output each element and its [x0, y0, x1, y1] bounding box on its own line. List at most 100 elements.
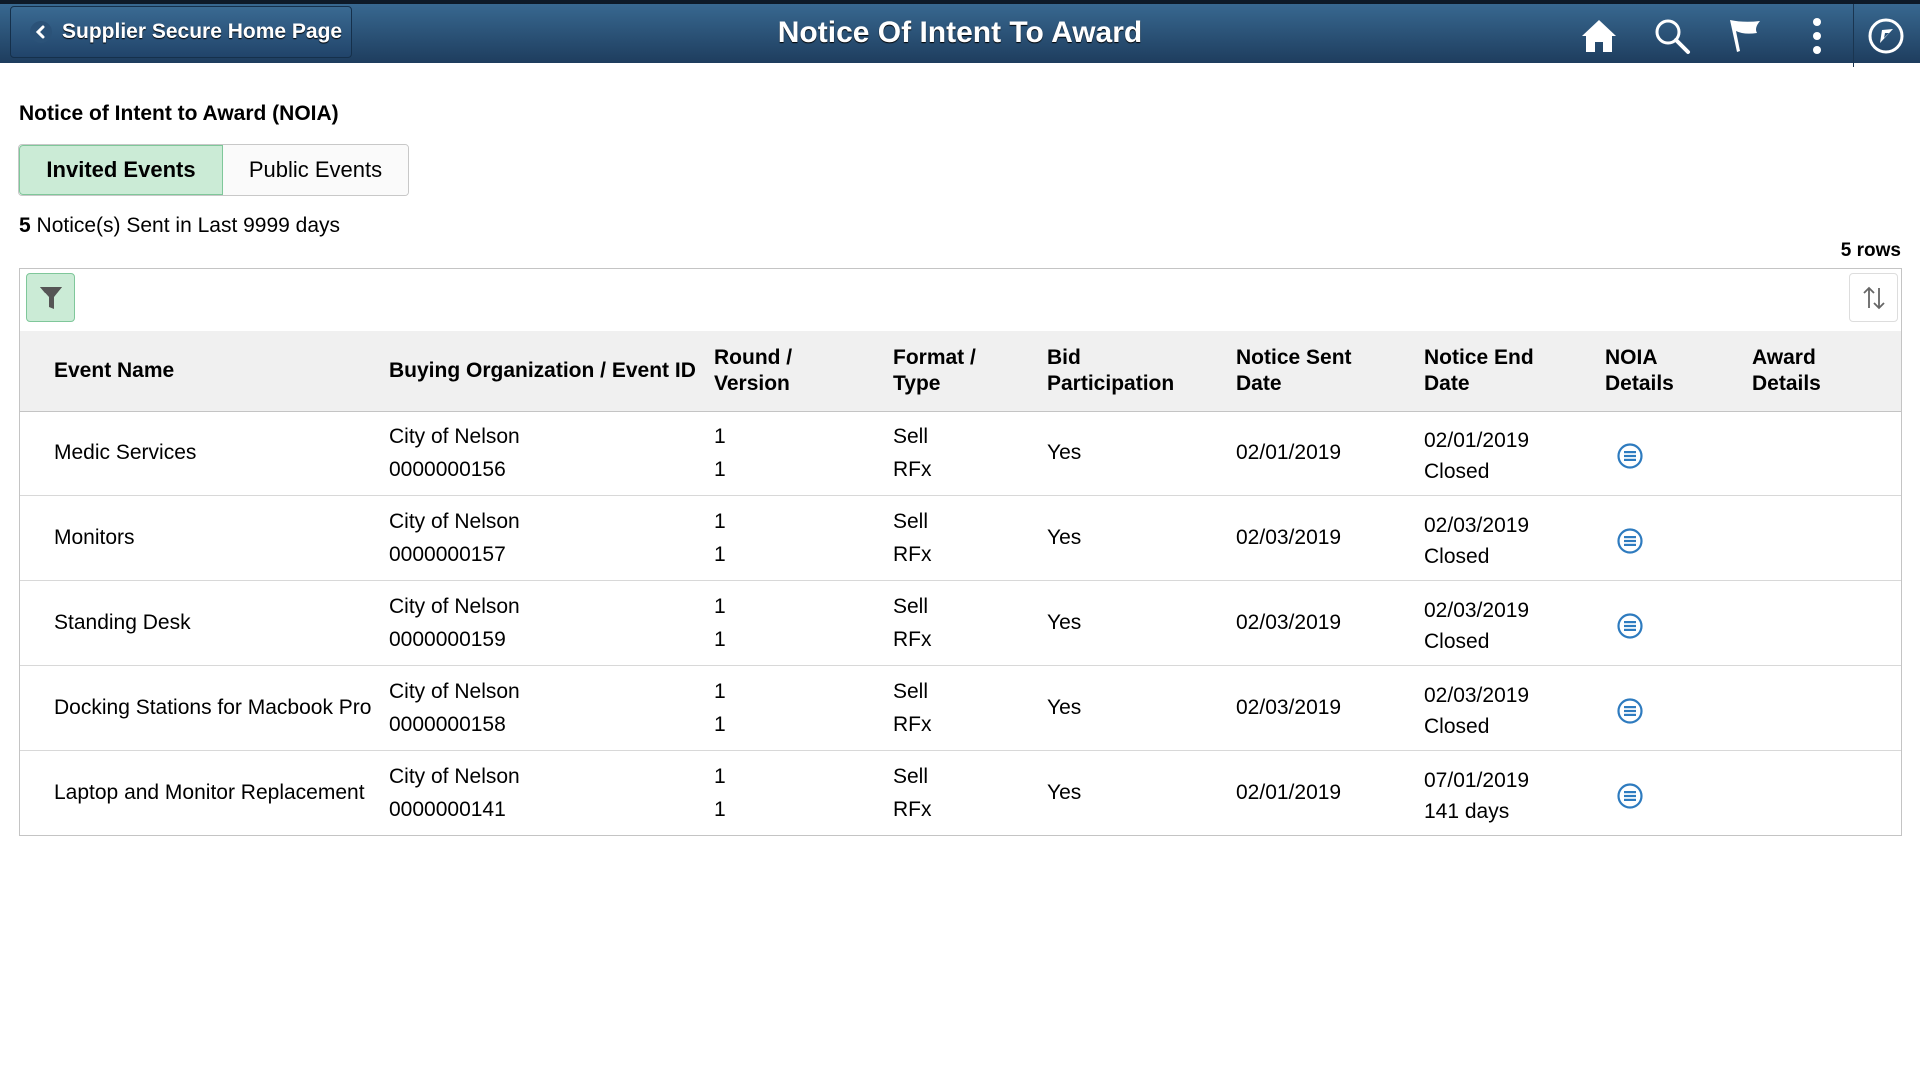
notice-end-date: 02/03/2019 [1424, 514, 1530, 537]
round: 1 [714, 765, 726, 788]
notice-sent-date: 02/01/2019 [1236, 781, 1342, 804]
search-icon[interactable] [1652, 16, 1692, 56]
column-header-notice-end-date[interactable]: Notice End Date [1424, 331, 1574, 411]
column-header-buying-org[interactable]: Buying Organization / Event ID [389, 331, 699, 411]
event-name-cell: Standing Desk [54, 581, 374, 665]
event-id: 0000000159 [389, 628, 506, 651]
event-id: 0000000157 [389, 543, 506, 566]
award-details-cell [1752, 666, 1852, 750]
format: Sell [893, 595, 929, 618]
tab-public-events[interactable]: Public Events [223, 145, 408, 195]
noia-details-icon[interactable] [1616, 697, 1644, 725]
buying-org: City of Nelson [389, 425, 520, 448]
buying-org: City of Nelson [389, 510, 520, 533]
event-type-tabs: Invited Events Public Events [18, 144, 409, 196]
buying-org-cell: City of Nelson 0000000159 [389, 581, 699, 665]
bid-participation-cell: Yes [1047, 411, 1197, 495]
award-details-cell [1752, 581, 1852, 665]
version: 1 [714, 798, 726, 821]
event-name: Docking Stations for Macbook Pro [54, 696, 372, 719]
nav-divider [1853, 4, 1854, 67]
type: RFx [893, 628, 932, 651]
round: 1 [714, 425, 726, 448]
notice-sent-date: 02/03/2019 [1236, 611, 1342, 634]
format: Sell [893, 510, 929, 533]
notice-end-status: 141 days [1424, 800, 1510, 823]
filter-button[interactable] [26, 273, 75, 322]
flag-icon[interactable] [1725, 16, 1765, 56]
format-type-cell: Sell RFx [893, 496, 1013, 580]
column-header-round-version[interactable]: Round / Version [714, 331, 834, 411]
notice-count-text: 5 Notice(s) Sent in Last 9999 days [19, 214, 340, 238]
sort-button[interactable] [1849, 273, 1898, 322]
column-header-noia-details[interactable]: NOIA Details [1605, 331, 1705, 411]
noia-details-icon[interactable] [1616, 442, 1644, 470]
notice-sent-date-cell: 02/03/2019 [1236, 496, 1396, 580]
notice-end-date-cell: 02/03/2019 Closed [1424, 496, 1574, 583]
noia-details-cell [1616, 666, 1656, 753]
bid-participation: Yes [1047, 696, 1082, 719]
buying-org-cell: City of Nelson 0000000141 [389, 751, 699, 835]
column-header-award-details[interactable]: Award Details [1752, 331, 1852, 411]
event-id: 0000000158 [389, 713, 506, 736]
sort-arrows-icon [1862, 286, 1885, 309]
format: Sell [893, 680, 929, 703]
table-row[interactable]: Standing Desk City of Nelson 0000000159 … [20, 581, 1901, 666]
bid-participation: Yes [1047, 441, 1082, 464]
column-header-event-name[interactable]: Event Name [54, 331, 354, 411]
buying-org-cell: City of Nelson 0000000157 [389, 496, 699, 580]
format: Sell [893, 765, 929, 788]
home-icon[interactable] [1579, 16, 1619, 56]
grid-header-row: Event Name Buying Organization / Event I… [20, 331, 1901, 412]
buying-org: City of Nelson [389, 680, 520, 703]
back-button[interactable]: Supplier Secure Home Page [10, 6, 352, 58]
notice-sent-date-cell: 02/03/2019 [1236, 666, 1396, 750]
round-version-cell: 1 1 [714, 751, 834, 835]
navbar-compass-icon[interactable] [1866, 16, 1906, 56]
event-id: 0000000156 [389, 458, 506, 481]
format: Sell [893, 425, 929, 448]
event-name-cell: Laptop and Monitor Replacement [54, 751, 374, 835]
buying-org: City of Nelson [389, 595, 520, 618]
notice-end-date: 07/01/2019 [1424, 769, 1530, 792]
notice-end-status: Closed [1424, 630, 1490, 653]
notice-sent-date: 02/01/2019 [1236, 441, 1342, 464]
notice-count-number: 5 [19, 214, 31, 237]
column-header-bid-participation[interactable]: Bid Participation [1047, 331, 1197, 411]
format-type-cell: Sell RFx [893, 581, 1013, 665]
round-version-cell: 1 1 [714, 496, 834, 580]
noia-details-icon[interactable] [1616, 527, 1644, 555]
table-row[interactable]: Medic Services City of Nelson 0000000156… [20, 411, 1901, 496]
table-row[interactable]: Monitors City of Nelson 0000000157 1 1 S… [20, 496, 1901, 581]
event-name-cell: Docking Stations for Macbook Pro [54, 666, 374, 750]
more-vertical-icon[interactable] [1797, 16, 1837, 56]
version: 1 [714, 543, 726, 566]
bid-participation-cell: Yes [1047, 581, 1197, 665]
noia-details-icon[interactable] [1616, 782, 1644, 810]
format-type-cell: Sell RFx [893, 666, 1013, 750]
notice-sent-date-cell: 02/03/2019 [1236, 581, 1396, 665]
bid-participation: Yes [1047, 611, 1082, 634]
round-version-cell: 1 1 [714, 666, 834, 750]
event-name: Monitors [54, 526, 135, 549]
table-row[interactable]: Docking Stations for Macbook Pro City of… [20, 666, 1901, 751]
event-name-cell: Monitors [54, 496, 374, 580]
award-details-cell [1752, 496, 1852, 580]
noia-details-cell [1616, 581, 1656, 668]
event-name: Medic Services [54, 441, 197, 464]
tab-invited-events[interactable]: Invited Events [19, 145, 223, 195]
back-button-label: Supplier Secure Home Page [62, 20, 343, 43]
filter-icon [39, 286, 62, 309]
bid-participation: Yes [1047, 781, 1082, 804]
round-version-cell: 1 1 [714, 581, 834, 665]
notice-sent-date: 02/03/2019 [1236, 696, 1342, 719]
column-header-notice-sent-date[interactable]: Notice Sent Date [1236, 331, 1396, 411]
noia-details-icon[interactable] [1616, 612, 1644, 640]
bid-participation-cell: Yes [1047, 751, 1197, 835]
table-row[interactable]: Laptop and Monitor Replacement City of N… [20, 751, 1901, 836]
format-type-cell: Sell RFx [893, 411, 1013, 495]
award-details-cell [1752, 751, 1852, 835]
column-header-format-type[interactable]: Format / Type [893, 331, 1013, 411]
buying-org-cell: City of Nelson 0000000158 [389, 666, 699, 750]
top-banner: Supplier Secure Home Page Notice Of Inte… [0, 0, 1920, 67]
